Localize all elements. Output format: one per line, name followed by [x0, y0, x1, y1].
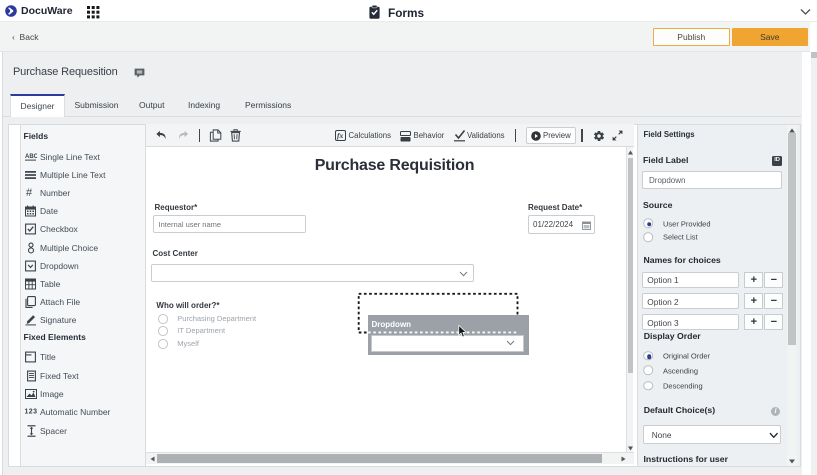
svg-text:fx: fx [337, 131, 343, 140]
svg-text:ABC: ABC [25, 154, 37, 160]
